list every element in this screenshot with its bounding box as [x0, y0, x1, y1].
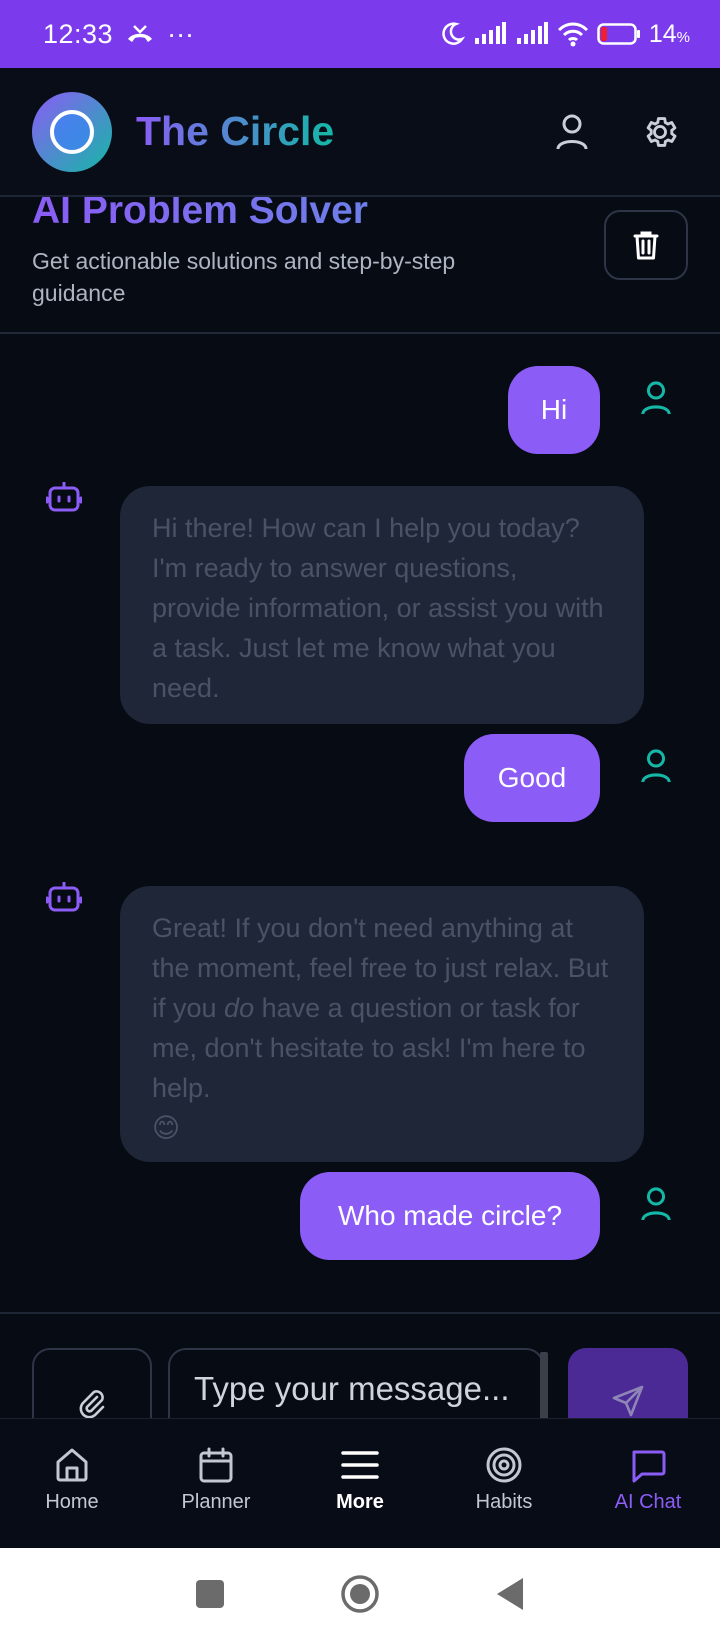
nav-ai-chat-label: AI Chat: [614, 1491, 682, 1513]
message-list[interactable]: Hi Hi there! How can I help you today? I…: [0, 334, 720, 1312]
settings-button[interactable]: [638, 110, 682, 154]
status-bar: 12:33 ··· 14%: [0, 0, 720, 68]
nav-habits-label: Habits: [475, 1491, 533, 1513]
chat-title: AI Problem Solver: [32, 197, 368, 233]
trash-icon: [633, 231, 659, 260]
message-composer: Type your message...: [0, 1312, 720, 1418]
user-icon: [556, 114, 588, 149]
battery-percentage: 14%: [648, 19, 690, 48]
bottom-navigation: Home Planner More Habits AI Chat: [0, 1418, 720, 1548]
nav-habits[interactable]: Habits: [432, 1419, 576, 1548]
chat-subtitle: Get actionable solutions and step-by-ste…: [32, 248, 456, 306]
nav-home-label: Home: [45, 1491, 99, 1513]
app-title: The Circle: [136, 108, 335, 154]
profile-button[interactable]: [550, 110, 594, 154]
status-more: ···: [167, 18, 195, 49]
chat-header: AI Problem Solver Get actionable solutio…: [0, 197, 720, 334]
back-triangle-icon: [497, 1578, 523, 1610]
menu-icon: [340, 1445, 380, 1485]
smile-emoji: 😊: [152, 1113, 181, 1143]
bot-avatar-icon: [44, 476, 84, 516]
message-input[interactable]: Type your message...: [168, 1348, 544, 1418]
missed-call-icon: [125, 22, 155, 46]
nav-planner[interactable]: Planner: [144, 1419, 288, 1548]
user-avatar-icon: [636, 378, 676, 418]
target-icon: [484, 1445, 524, 1485]
user-avatar-icon: [636, 1184, 676, 1224]
circle-logo-icon: [50, 109, 94, 154]
gear-icon: [646, 116, 677, 147]
calendar-icon: [196, 1445, 236, 1485]
nav-more[interactable]: More: [288, 1419, 432, 1548]
input-scrollbar[interactable]: [540, 1352, 548, 1418]
signal-icon-2: [515, 22, 549, 46]
app-logo[interactable]: [32, 91, 112, 172]
battery-icon: [597, 22, 641, 46]
moon-icon: [439, 21, 465, 47]
nav-home[interactable]: Home: [0, 1419, 144, 1548]
clear-chat-button[interactable]: [604, 210, 688, 280]
home-icon: [52, 1445, 92, 1485]
attach-button[interactable]: [32, 1348, 152, 1418]
recents-button[interactable]: [190, 1574, 230, 1614]
send-icon: [612, 1385, 644, 1417]
back-button[interactable]: [490, 1574, 530, 1614]
nav-ai-chat[interactable]: AI Chat: [576, 1419, 720, 1548]
square-icon: [196, 1580, 224, 1608]
user-message-bubble: Who made circle?: [300, 1172, 600, 1260]
system-navigation-bar: [0, 1548, 720, 1640]
assistant-message-bubble: Great! If you don't need anything at the…: [120, 886, 644, 1162]
nav-planner-label: Planner: [181, 1491, 251, 1513]
user-message-bubble: Good: [464, 734, 600, 822]
status-time: 12:33: [43, 18, 114, 49]
assistant-message-bubble: Hi there! How can I help you today? I'm …: [120, 486, 644, 724]
circle-home-icon: [341, 1575, 379, 1613]
wifi-icon: [557, 21, 589, 47]
chat-icon: [628, 1445, 668, 1485]
paperclip-icon: [79, 1390, 105, 1418]
home-system-button[interactable]: [340, 1574, 380, 1614]
signal-icon: [473, 22, 507, 46]
assistant-message-emphasis: do: [224, 993, 255, 1023]
user-message-bubble: Hi: [508, 366, 600, 454]
nav-more-label: More: [336, 1491, 384, 1513]
send-button[interactable]: [568, 1348, 688, 1418]
bot-avatar-icon: [44, 876, 84, 916]
user-avatar-icon: [636, 746, 676, 786]
app-header: The Circle: [0, 68, 720, 197]
